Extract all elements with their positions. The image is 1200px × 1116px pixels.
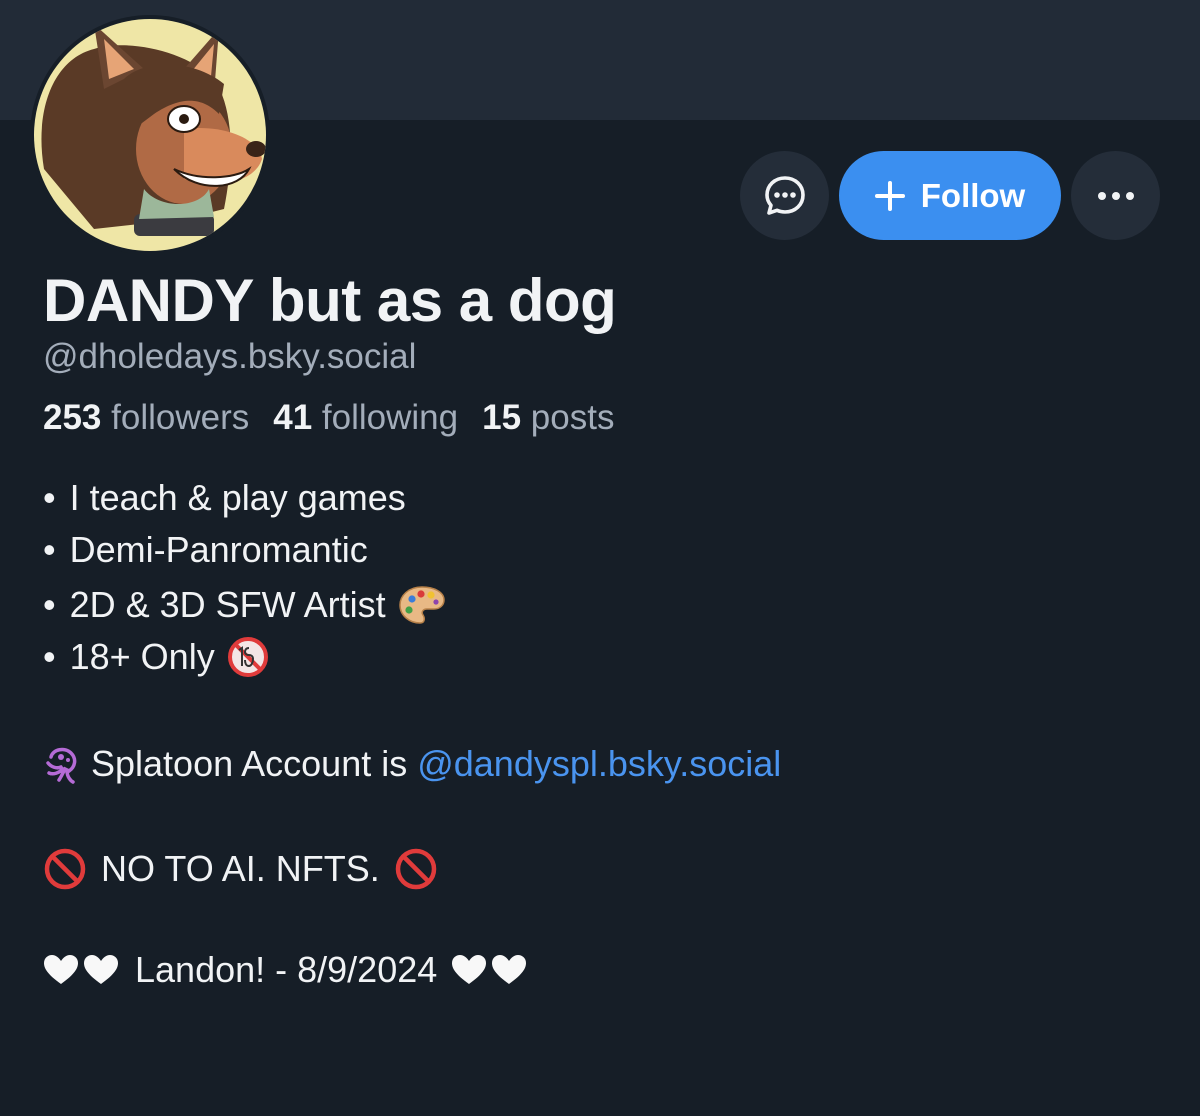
more-dots-icon [1097, 191, 1134, 200]
bio-text: 2D & 3D SFW Artist [69, 584, 386, 625]
followers-count: 253 [43, 398, 102, 437]
bullet: • [43, 529, 56, 570]
bio-line: • Demi-Panromantic [43, 532, 368, 568]
squid-icon [46, 747, 77, 784]
no-under-18-icon [227, 637, 268, 677]
no-ai-text: NO TO AI. NFTS. [101, 848, 380, 889]
posts-label: posts [530, 398, 615, 437]
bio-text: Demi-Panromantic [69, 529, 368, 570]
white-hearts-icon [44, 955, 118, 984]
posts-count: 15 [482, 398, 522, 437]
bullet: • [43, 636, 56, 677]
message-button[interactable] [740, 151, 829, 240]
following-count: 41 [273, 398, 313, 437]
display-name: DANDY but as a dog [43, 267, 617, 334]
following-label: following [321, 398, 459, 437]
bio-line: • 18+ Only [43, 636, 269, 678]
followers-stat[interactable]: 253 followers [43, 398, 249, 438]
splatoon-account-link[interactable]: @dandyspl.bsky.social [417, 746, 781, 782]
artist-palette-icon [398, 586, 445, 624]
follow-label: Follow [920, 176, 1026, 214]
profile-page: Follow DANDY but as a dog @dholedays.bsk… [0, 0, 1200, 1116]
bio-no-ai-line: NO TO AI. NFTS. [43, 847, 438, 891]
bio-text: 18+ Only [69, 636, 215, 677]
plus-icon [874, 180, 905, 211]
prohibited-icon [44, 848, 86, 890]
profile-handle[interactable]: @dholedays.bsky.social [43, 337, 416, 377]
bio-splatoon-line: Splatoon Account is @dandyspl.bsky.socia… [43, 743, 781, 785]
bio-line: • 2D & 3D SFW Artist [43, 584, 446, 626]
bio-line: • I teach & play games [43, 480, 406, 516]
followers-label: followers [111, 398, 250, 437]
bullet: • [43, 584, 56, 625]
profile-stats: 253 followers 41 following 15 posts [43, 398, 614, 438]
profile-actions: Follow [740, 151, 1160, 240]
prohibited-icon [395, 848, 436, 890]
more-options-button[interactable] [1071, 151, 1160, 240]
following-stat[interactable]: 41 following [273, 398, 458, 438]
splatoon-text: Splatoon Account is [91, 743, 418, 784]
posts-stat: 15 posts [482, 398, 614, 438]
white-hearts-icon [452, 955, 527, 984]
avatar[interactable] [30, 15, 270, 255]
chat-bubble-icon [764, 175, 805, 215]
follow-button[interactable]: Follow [839, 151, 1061, 240]
bio-text: I teach & play games [69, 477, 406, 518]
bullet: • [43, 477, 56, 518]
dog-character-avatar-icon [34, 19, 266, 251]
landon-text: Landon! - 8/9/2024 [135, 949, 438, 990]
bio-landon-line: Landon! - 8/9/2024 [43, 952, 529, 988]
